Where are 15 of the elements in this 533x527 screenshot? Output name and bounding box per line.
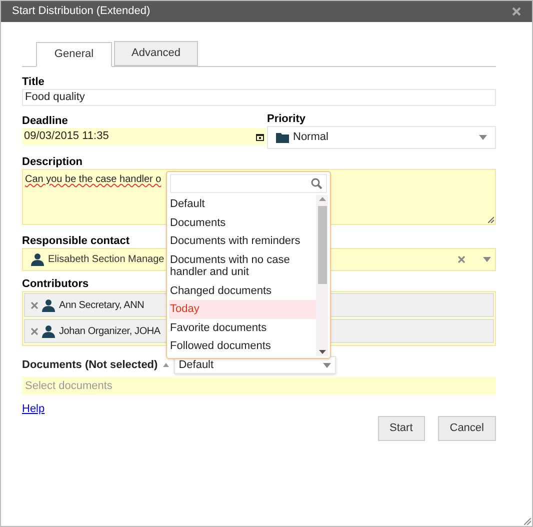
contact-name: Elisabeth Section Manage xyxy=(48,253,164,267)
filter-value: Default xyxy=(178,358,214,373)
contributor-name: Johan Organizer, JOHA xyxy=(59,324,160,338)
field-label: Contributors xyxy=(22,277,89,291)
field-label: Description xyxy=(22,155,83,169)
window-title: Start Distribution (Extended) xyxy=(12,4,150,20)
contributor-name: Ann Secretary, ANN xyxy=(59,298,144,312)
field-label: Documents (Not selected) xyxy=(22,358,158,373)
field-label: Deadline xyxy=(22,114,68,128)
deadline-value: 09/03/2015 11:35 xyxy=(24,129,109,144)
description-text: Can you be the case handler o xyxy=(25,174,162,185)
field-label: Responsible contact xyxy=(22,234,130,248)
field-label: Priority xyxy=(267,112,306,126)
field-label: Title xyxy=(22,75,44,89)
priority-value: Normal xyxy=(293,130,330,146)
